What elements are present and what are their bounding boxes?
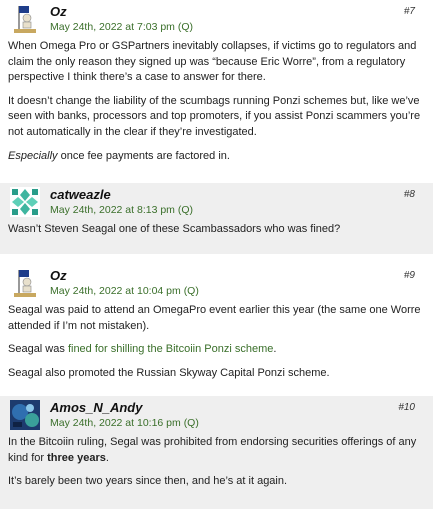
quote-link[interactable]: (Q) bbox=[178, 204, 193, 216]
skeleton-flag-avatar-icon bbox=[14, 6, 36, 33]
comment-meta: May 24th, 2022 at 7:03 pm (Q) bbox=[50, 21, 193, 33]
comment-author[interactable]: catweazle bbox=[50, 187, 111, 202]
comment-meta: May 24th, 2022 at 10:04 pm (Q) bbox=[50, 285, 199, 297]
paragraph-text: once fee payments are factored in. bbox=[57, 149, 230, 162]
comment-header: Oz May 24th, 2022 at 10:04 pm (Q) #9 bbox=[6, 264, 425, 300]
comment-number[interactable]: #9 bbox=[404, 270, 415, 281]
paragraph-text: . bbox=[105, 451, 109, 464]
comment-date-link[interactable]: May 24th, 2022 at 7:03 pm bbox=[50, 21, 175, 33]
quote-link[interactable]: (Q) bbox=[184, 417, 199, 429]
comment-paragraph: Seagal was fined for shilling the Bitcoi… bbox=[8, 342, 425, 358]
bold-text: three years bbox=[47, 451, 106, 464]
comment-meta: May 24th, 2022 at 8:13 pm (Q) bbox=[50, 204, 193, 216]
comment-header: catweazle May 24th, 2022 at 8:13 pm (Q) … bbox=[6, 183, 425, 219]
comment-paragraph: In the Bitcoiin ruling, Segal was prohib… bbox=[8, 435, 425, 466]
comment-meta: May 24th, 2022 at 10:16 pm (Q) bbox=[50, 417, 199, 429]
comment-date-link[interactable]: May 24th, 2022 at 10:04 pm bbox=[50, 285, 181, 297]
comment-author[interactable]: Amos_N_Andy bbox=[50, 400, 142, 415]
quote-link[interactable]: (Q) bbox=[184, 285, 199, 297]
teal-pattern-avatar-icon bbox=[10, 187, 40, 217]
abstract-photo-avatar-icon bbox=[10, 400, 40, 430]
emphasis-text: Especially bbox=[8, 149, 58, 162]
paragraph-text: Seagal was bbox=[8, 343, 68, 356]
comment-paragraph: When Omega Pro or GSPartners inevitably … bbox=[8, 40, 417, 84]
comment-body: When Omega Pro or GSPartners inevitably … bbox=[6, 36, 425, 164]
comment-header: Oz May 24th, 2022 at 7:03 pm (Q) #7 bbox=[6, 0, 425, 36]
quote-link[interactable]: (Q) bbox=[178, 21, 193, 33]
comment-number[interactable]: #7 bbox=[404, 6, 415, 17]
comment-paragraph: It’s barely been two years since then, a… bbox=[8, 475, 288, 488]
comment-8: catweazle May 24th, 2022 at 8:13 pm (Q) … bbox=[0, 183, 433, 254]
comment-9: Oz May 24th, 2022 at 10:04 pm (Q) #9 Sea… bbox=[0, 264, 433, 384]
comment-number[interactable]: #8 bbox=[404, 189, 415, 200]
comment-paragraph: It doesn’t change the liability of the s… bbox=[8, 94, 421, 139]
comment-paragraph: Especially once fee payments are factore… bbox=[8, 149, 425, 165]
comment-7: Oz May 24th, 2022 at 7:03 pm (Q) #7 When… bbox=[0, 0, 433, 173]
comment-body: Wasn’t Steven Seagal one of these Scamba… bbox=[6, 219, 425, 238]
fined-article-link[interactable]: fined for shilling the Bitcoiin Ponzi sc… bbox=[68, 343, 273, 355]
comment-author[interactable]: Oz bbox=[50, 4, 67, 19]
comment-paragraph: Wasn’t Steven Seagal one of these Scamba… bbox=[8, 223, 341, 235]
comment-date-link[interactable]: May 24th, 2022 at 10:16 pm bbox=[50, 417, 181, 429]
comment-number[interactable]: #10 bbox=[398, 402, 415, 413]
comment-author[interactable]: Oz bbox=[50, 268, 67, 283]
comment-paragraph: Seagal also promoted the Russian Skyway … bbox=[8, 366, 330, 379]
comment-body: Seagal was paid to attend an OmegaPro ev… bbox=[6, 300, 425, 381]
comment-header: Amos_N_Andy May 24th, 2022 at 10:16 pm (… bbox=[6, 396, 425, 432]
comment-date-link[interactable]: May 24th, 2022 at 8:13 pm bbox=[50, 204, 175, 216]
comment-10: Amos_N_Andy May 24th, 2022 at 10:16 pm (… bbox=[0, 396, 433, 509]
paragraph-text: . bbox=[273, 343, 277, 356]
comment-paragraph: Seagal was paid to attend an OmegaPro ev… bbox=[8, 304, 421, 332]
skeleton-flag-avatar-icon bbox=[14, 270, 36, 297]
comment-body: In the Bitcoiin ruling, Segal was prohib… bbox=[6, 432, 425, 490]
